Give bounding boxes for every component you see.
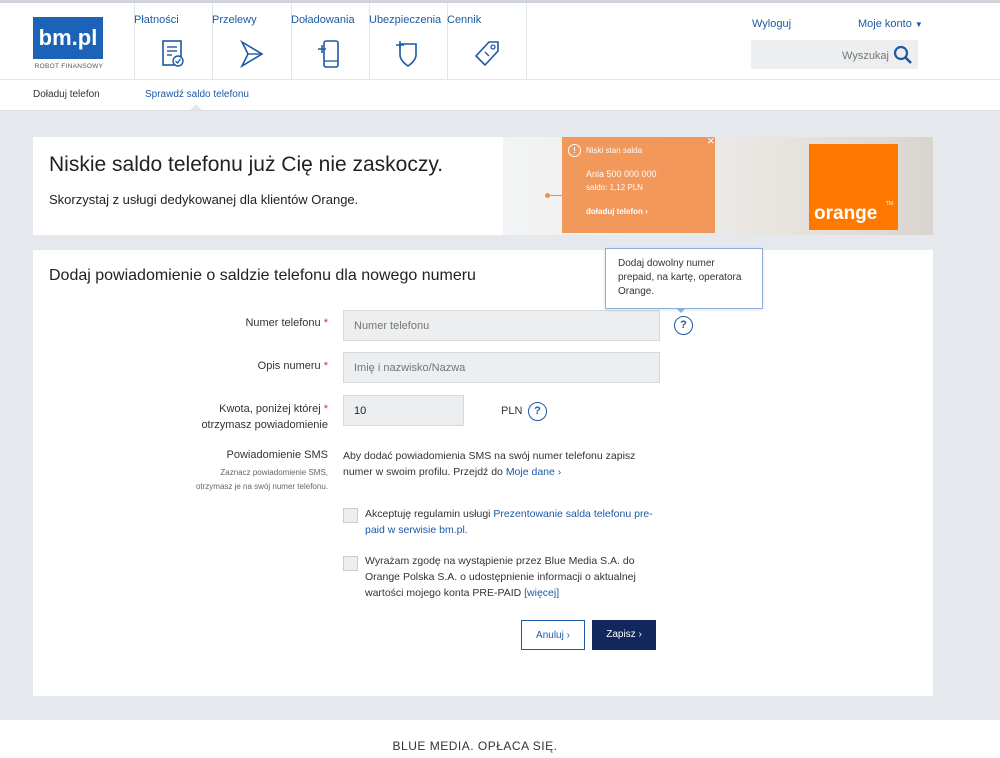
nav-item-pricing[interactable]: Cennik (447, 3, 527, 79)
nav-label: Płatności (134, 14, 179, 26)
more-link[interactable]: [więcej] (524, 587, 559, 599)
footer: BLUE MEDIA. OPŁACA SIĘ. (0, 720, 1000, 758)
sms-info-text: Aby dodać powiadomienia SMS na swój nume… (343, 450, 636, 478)
nav-label: Przelewy (212, 14, 257, 26)
my-data-link[interactable]: Moje dane › (506, 466, 561, 478)
terms-checkbox[interactable] (343, 508, 358, 523)
consent-text: Wyrażam zgodę na wystąpienie przez Blue … (365, 553, 661, 601)
terms-text: Akceptuję regulamin usługi Prezentowanie… (365, 506, 661, 538)
phone-label-text: Numer telefonu (245, 317, 321, 329)
footer-slogan: BLUE MEDIA. OPŁACA SIĘ. (392, 739, 558, 753)
sms-info: Aby dodać powiadomienia SMS na swój nume… (343, 448, 665, 480)
close-icon: × (707, 137, 715, 148)
active-tab-caret (190, 104, 202, 110)
orange-logo-text: orange (814, 203, 878, 224)
nav-label: Cennik (447, 14, 482, 26)
banner-dot-line (550, 195, 562, 196)
currency-label: PLN (501, 405, 523, 417)
logout-link[interactable]: Wyloguj (752, 18, 791, 30)
form-card: Dodaj powiadomienie o saldzie telefonu d… (33, 250, 933, 696)
required-mark: * (323, 403, 328, 415)
logo-mark[interactable]: bm.pl (33, 17, 103, 59)
help-tooltip: Dodaj dowolny numer prepaid, na kartę, o… (605, 248, 763, 309)
payments-icon (162, 40, 184, 67)
sub-navigation: Doładuj telefon Sprawdź saldo telefonu (0, 80, 1000, 111)
amount-help-icon[interactable]: ? (528, 402, 547, 421)
amount-label-line1: Kwota, poniżej której (219, 403, 321, 415)
account-menu[interactable]: Moje konto ▼ (858, 18, 923, 30)
search-input[interactable] (757, 40, 891, 71)
site-header: bm.pl ROBOT FINANSOWY Płatności Przelewy… (0, 3, 1000, 80)
card-title: Niski stan salda (586, 146, 643, 155)
promo-banner: Niskie saldo telefonu już Cię nie zaskoc… (33, 137, 933, 235)
price-tag-icon (474, 41, 499, 67)
nav-item-topups[interactable]: Doładowania (291, 3, 370, 79)
warning-icon: ! (568, 144, 581, 157)
phone-label: Numer telefonu * (183, 317, 328, 329)
search-icon[interactable] (893, 45, 913, 65)
orange-logo: orange TM (809, 144, 898, 230)
card-balance: saldo: 1,12 PLN (586, 183, 643, 192)
subnav-topup-phone[interactable]: Doładuj telefon (33, 89, 100, 100)
required-mark: * (323, 317, 328, 329)
logo[interactable]: bm.pl ROBOT FINANSOWY (0, 3, 135, 79)
description-input[interactable] (343, 352, 660, 383)
sms-hint-line1: Zaznacz powiadomienie SMS, (220, 468, 328, 477)
card-topup-link: doładuj telefon › (586, 207, 648, 216)
phone-input[interactable] (343, 310, 660, 341)
nav-label: Doładowania (291, 14, 355, 26)
sms-hint: Zaznacz powiadomienie SMS, otrzymasz je n… (163, 466, 328, 494)
desc-label: Opis numeru * (183, 360, 328, 372)
banner-title: Niskie saldo telefonu już Cię nie zaskoc… (49, 153, 444, 176)
tooltip-arrow (676, 308, 686, 313)
desc-label-text: Opis numeru (257, 360, 321, 372)
search-box (751, 40, 918, 71)
nav-item-payments[interactable]: Płatności (134, 3, 213, 79)
orange-logo-tm: TM (885, 201, 893, 207)
amount-label-line2: otrzymasz powiadomienie (201, 419, 328, 431)
account-label: Moje konto (858, 18, 912, 30)
terms-label: Akceptuję regulamin usługi (365, 508, 491, 520)
logo-subtitle: ROBOT FINANSOWY (34, 63, 104, 70)
save-button[interactable]: Zapisz › (592, 620, 656, 650)
cancel-button[interactable]: Anuluj › (521, 620, 585, 650)
insurance-shield-icon (396, 41, 417, 67)
transfers-icon (239, 39, 264, 69)
card-number: Ania 500 000 000 (586, 169, 657, 179)
nav-label: Ubezpieczenia (369, 14, 442, 26)
banner-subtitle: Skorzystaj z usługi dedykowanej dla klie… (49, 192, 359, 207)
consent-label: Wyrażam zgodę na wystąpienie przez Blue … (365, 555, 636, 599)
amount-label: Kwota, poniżej której * otrzymasz powiado… (143, 401, 328, 433)
phone-help-icon[interactable]: ? (674, 316, 693, 335)
subnav-check-balance[interactable]: Sprawdź saldo telefonu (145, 89, 249, 100)
sms-label: Powiadomienie SMS (226, 449, 329, 461)
consent-checkbox[interactable] (343, 556, 358, 571)
chevron-down-icon: ▼ (914, 20, 923, 29)
required-mark: * (323, 360, 328, 372)
amount-input[interactable] (343, 395, 464, 426)
sms-hint-line2: otrzymasz je na swój numer telefonu. (195, 482, 328, 491)
form-title: Dodaj powiadomienie o saldzie telefonu d… (49, 267, 476, 284)
phone-topup-icon (318, 40, 339, 68)
nav-item-insurance[interactable]: Ubezpieczenia (369, 3, 448, 79)
nav-item-transfers[interactable]: Przelewy (212, 3, 292, 79)
low-balance-card: ! Niski stan salda Ania 500 000 000 sald… (562, 137, 715, 233)
